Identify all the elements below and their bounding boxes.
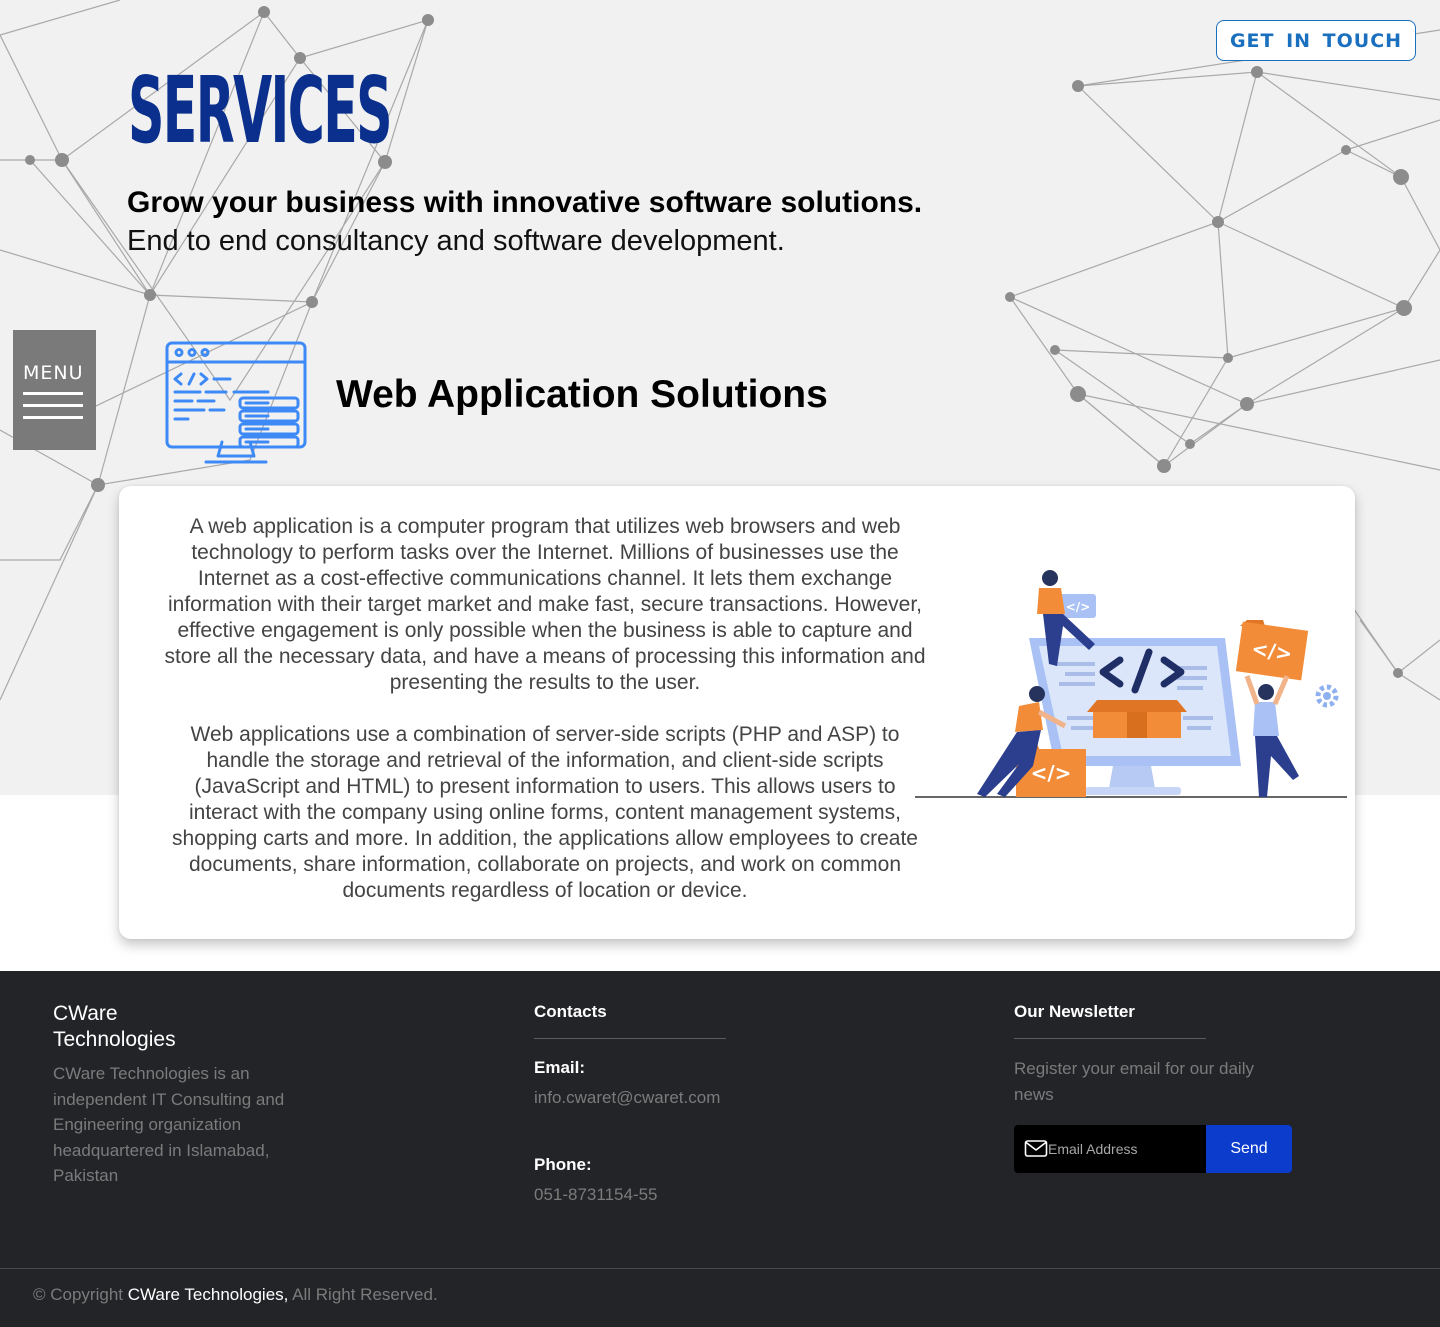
footer-brand: CWare Technologies bbox=[53, 1001, 253, 1053]
description-paragraph-1: A web application is a computer program … bbox=[164, 515, 926, 694]
menu-button[interactable]: MENU bbox=[13, 330, 96, 450]
card-label: </> bbox=[1066, 600, 1091, 614]
copyright-text: © Copyright CWare Technologies, All Righ… bbox=[33, 1285, 438, 1305]
hero-subline: End to end consultancy and software deve… bbox=[127, 225, 785, 257]
description-paragraph-2: Web applications use a combination of se… bbox=[172, 723, 918, 902]
footer-description: CWare Technologies is an independent IT … bbox=[53, 1064, 285, 1185]
footer-bottom-divider bbox=[0, 1268, 1440, 1269]
footer-brand-line2: Technologies bbox=[53, 1028, 176, 1051]
email-link[interactable]: info.cwaret@cwaret.com bbox=[534, 1088, 720, 1108]
newsletter-description: Register your email for our daily news bbox=[1014, 1059, 1254, 1104]
section-title: Web Application Solutions bbox=[336, 373, 828, 416]
footer-brand-line1: CWare bbox=[53, 1002, 118, 1025]
page-title: SERVICES bbox=[128, 57, 393, 164]
get-in-touch-button[interactable]: GET IN TOUCH bbox=[1216, 20, 1416, 61]
phone-label: Phone: bbox=[534, 1155, 592, 1174]
newsletter-email-input[interactable] bbox=[1048, 1125, 1206, 1173]
code-folder-right: </> bbox=[1235, 620, 1309, 681]
contacts-divider bbox=[534, 1038, 726, 1039]
phone-link[interactable]: 051-8731154-55 bbox=[534, 1185, 658, 1205]
web-app-icon bbox=[164, 340, 308, 468]
service-description: A web application is a computer program … bbox=[164, 514, 926, 904]
gear-icon bbox=[1315, 684, 1339, 708]
newsletter-divider bbox=[1014, 1038, 1206, 1039]
copyright-prefix: © Copyright bbox=[33, 1285, 128, 1304]
contacts-heading: Contacts bbox=[534, 1002, 607, 1021]
newsletter-heading: Our Newsletter bbox=[1014, 1002, 1135, 1021]
newsletter-form: Send bbox=[1014, 1125, 1292, 1173]
hero-tagline: Grow your business with innovative softw… bbox=[127, 186, 923, 219]
menu-label: MENU bbox=[23, 362, 84, 384]
copyright-suffix: All Right Reserved. bbox=[288, 1285, 438, 1304]
service-card: A web application is a computer program … bbox=[119, 486, 1355, 939]
web-development-illustration: </> </> </> bbox=[915, 566, 1347, 798]
newsletter-send-button[interactable]: Send bbox=[1206, 1125, 1292, 1173]
footer: CWare Technologies CWare Technologies is… bbox=[0, 971, 1440, 1327]
copyright-brand: CWare Technologies, bbox=[127, 1285, 289, 1304]
folder-label: </> bbox=[1031, 761, 1072, 785]
code-card-top: </> bbox=[1060, 594, 1096, 618]
email-label: Email: bbox=[534, 1058, 586, 1077]
mail-icon bbox=[1024, 1139, 1048, 1159]
